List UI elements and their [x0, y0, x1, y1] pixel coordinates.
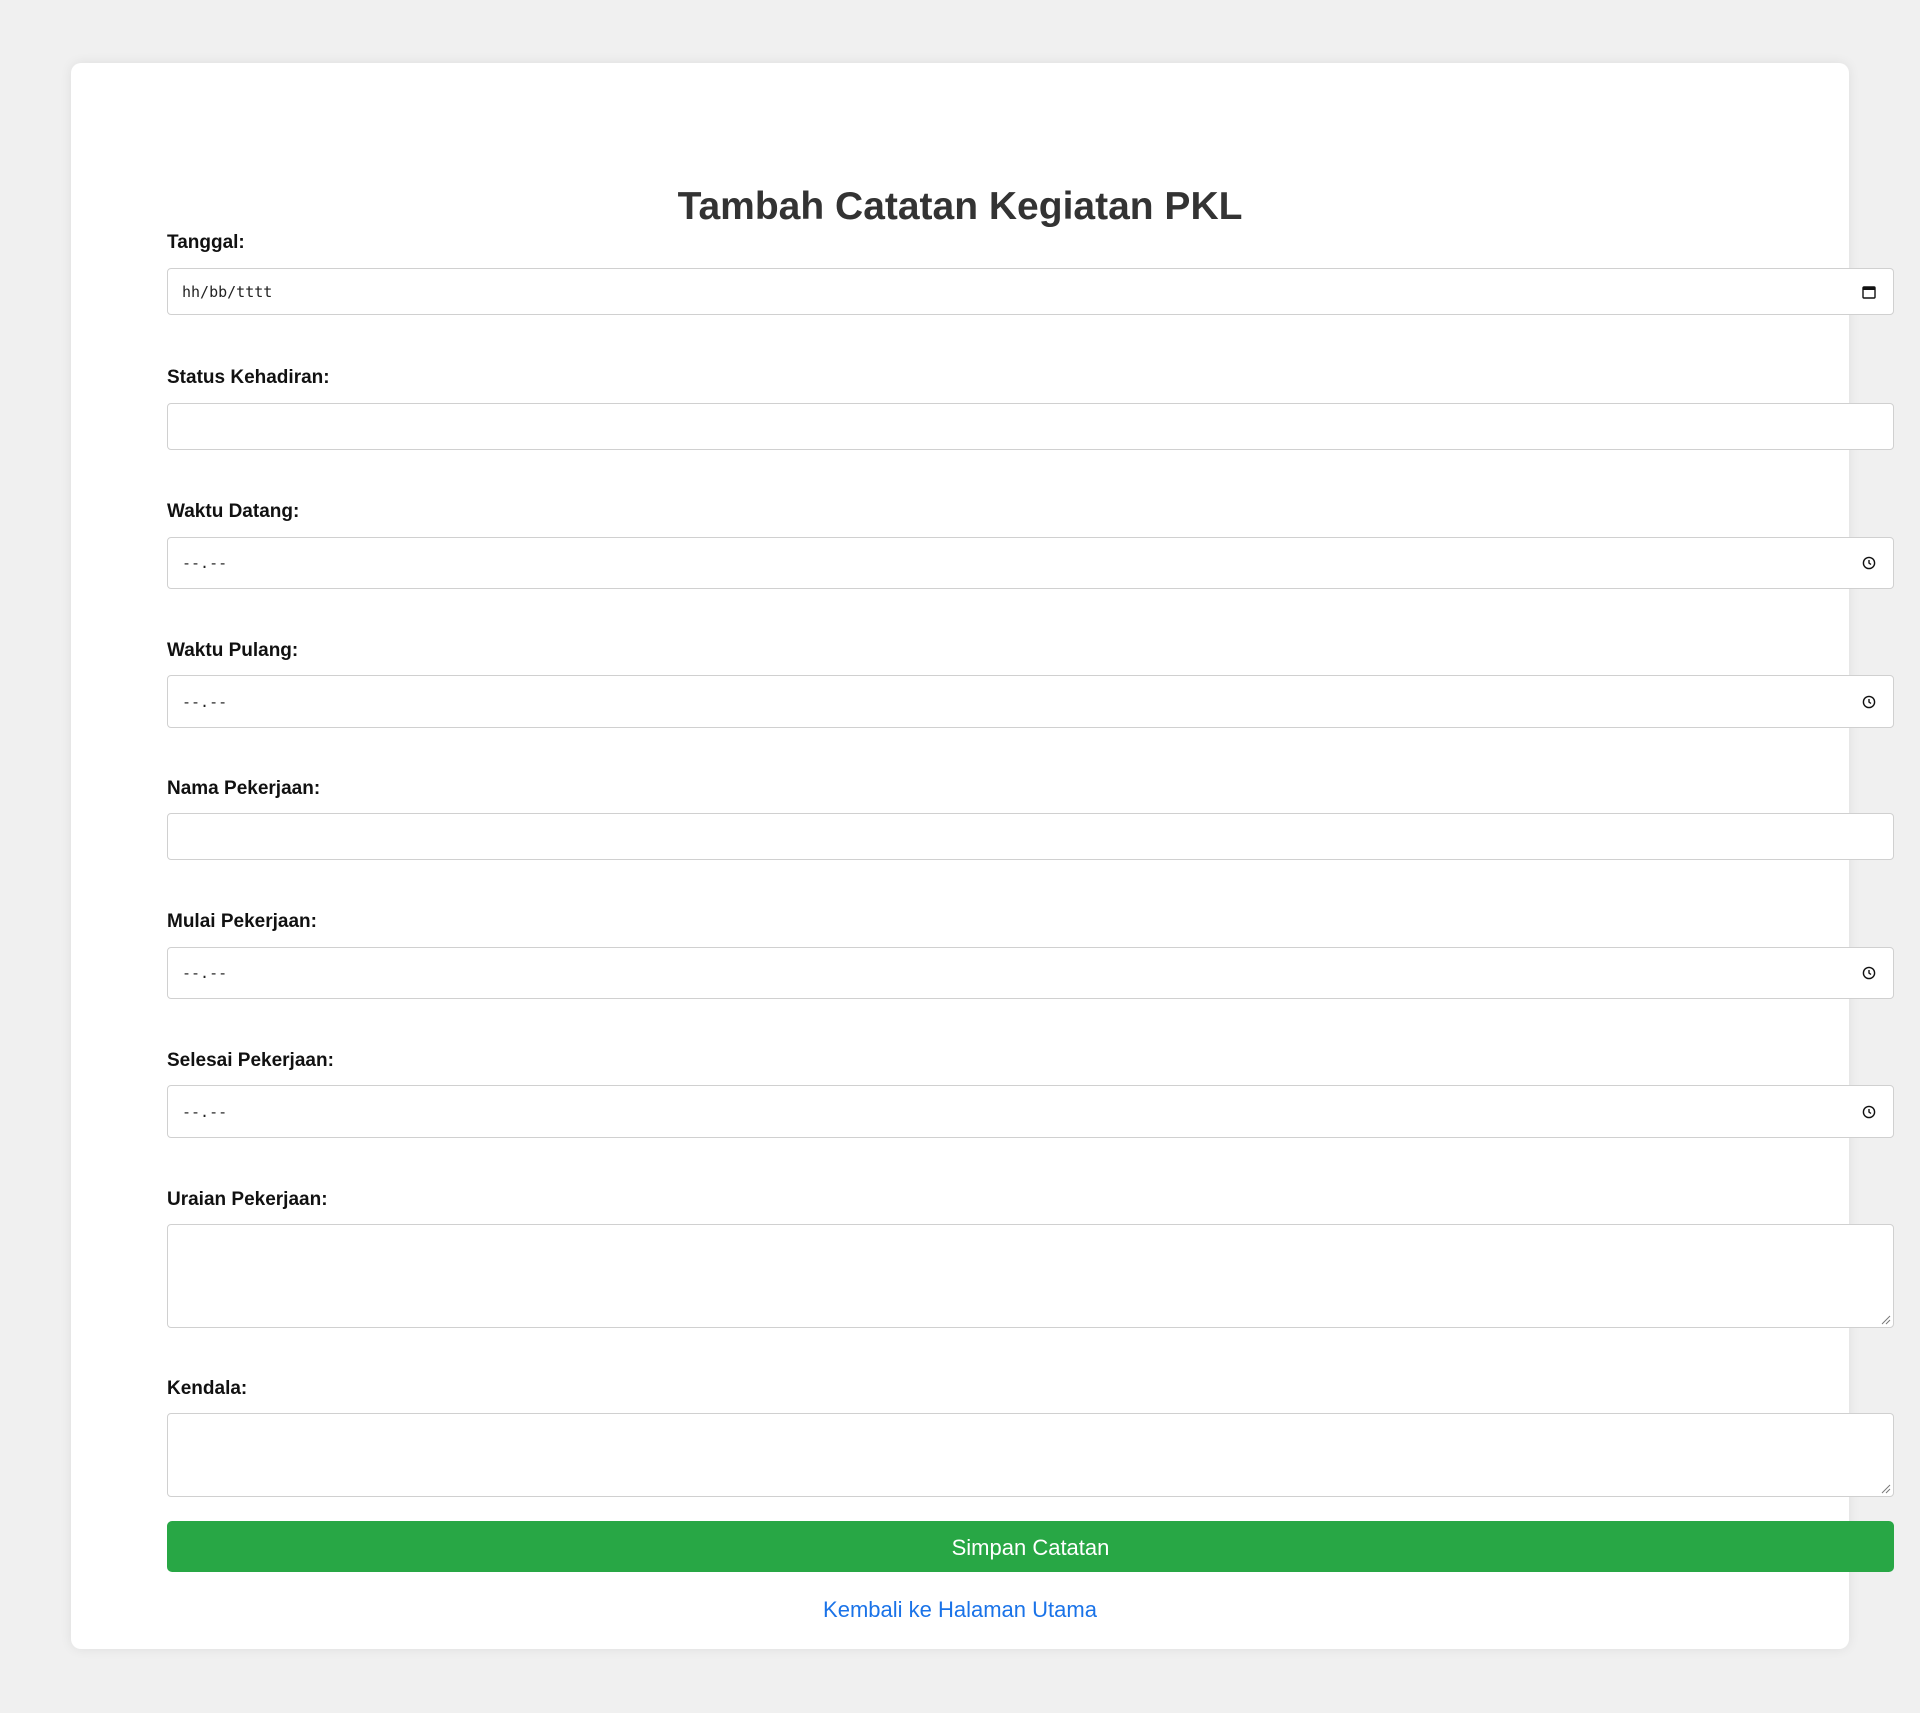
nama-pekerjaan-label: Nama Pekerjaan:: [167, 778, 321, 799]
form-card: Tambah Catatan Kegiatan PKL Tanggal: hh/…: [71, 63, 1894, 1649]
selesai-pekerjaan-time-input[interactable]: --.--: [167, 1085, 1894, 1138]
clock-icon[interactable]: [1861, 965, 1877, 981]
resize-grip-icon[interactable]: [1880, 1314, 1891, 1325]
waktu-pulang-placeholder: --.--: [182, 692, 228, 711]
uraian-pekerjaan-label: Uraian Pekerjaan:: [167, 1189, 328, 1210]
mulai-pekerjaan-time-input[interactable]: --.--: [167, 947, 1894, 999]
mulai-pekerjaan-label: Mulai Pekerjaan:: [167, 911, 317, 932]
back-link-container: Kembali ke Halaman Utama: [71, 1596, 1849, 1624]
clock-icon[interactable]: [1861, 1104, 1877, 1120]
nama-pekerjaan-input[interactable]: [167, 813, 1894, 860]
waktu-pulang-time-input[interactable]: --.--: [167, 675, 1894, 728]
kendala-label: Kendala:: [167, 1378, 248, 1399]
back-to-home-link[interactable]: Kembali ke Halaman Utama: [823, 1597, 1097, 1622]
clock-icon[interactable]: [1861, 694, 1877, 710]
kendala-textarea[interactable]: [167, 1413, 1894, 1497]
waktu-datang-label: Waktu Datang:: [167, 501, 300, 522]
uraian-pekerjaan-textarea[interactable]: [167, 1224, 1894, 1328]
page-title: Tambah Catatan Kegiatan PKL: [677, 185, 1243, 228]
selesai-pekerjaan-label: Selesai Pekerjaan:: [167, 1050, 334, 1071]
tanggal-label: Tanggal:: [167, 232, 245, 253]
clock-icon[interactable]: [1861, 555, 1877, 571]
resize-grip-icon[interactable]: [1880, 1483, 1891, 1494]
status-kehadiran-input[interactable]: [167, 403, 1894, 450]
waktu-datang-time-input[interactable]: --.--: [167, 537, 1894, 589]
waktu-datang-placeholder: --.--: [182, 554, 228, 572]
save-button[interactable]: Simpan Catatan: [167, 1521, 1894, 1572]
waktu-pulang-label: Waktu Pulang:: [167, 640, 299, 661]
calendar-icon[interactable]: [1861, 284, 1877, 300]
status-kehadiran-label: Status Kehadiran:: [167, 367, 330, 388]
tanggal-placeholder: hh/bb/tttt: [182, 282, 273, 301]
mulai-pekerjaan-placeholder: --.--: [182, 964, 228, 982]
selesai-pekerjaan-placeholder: --.--: [182, 1102, 228, 1121]
tanggal-date-input[interactable]: hh/bb/tttt: [167, 268, 1894, 315]
